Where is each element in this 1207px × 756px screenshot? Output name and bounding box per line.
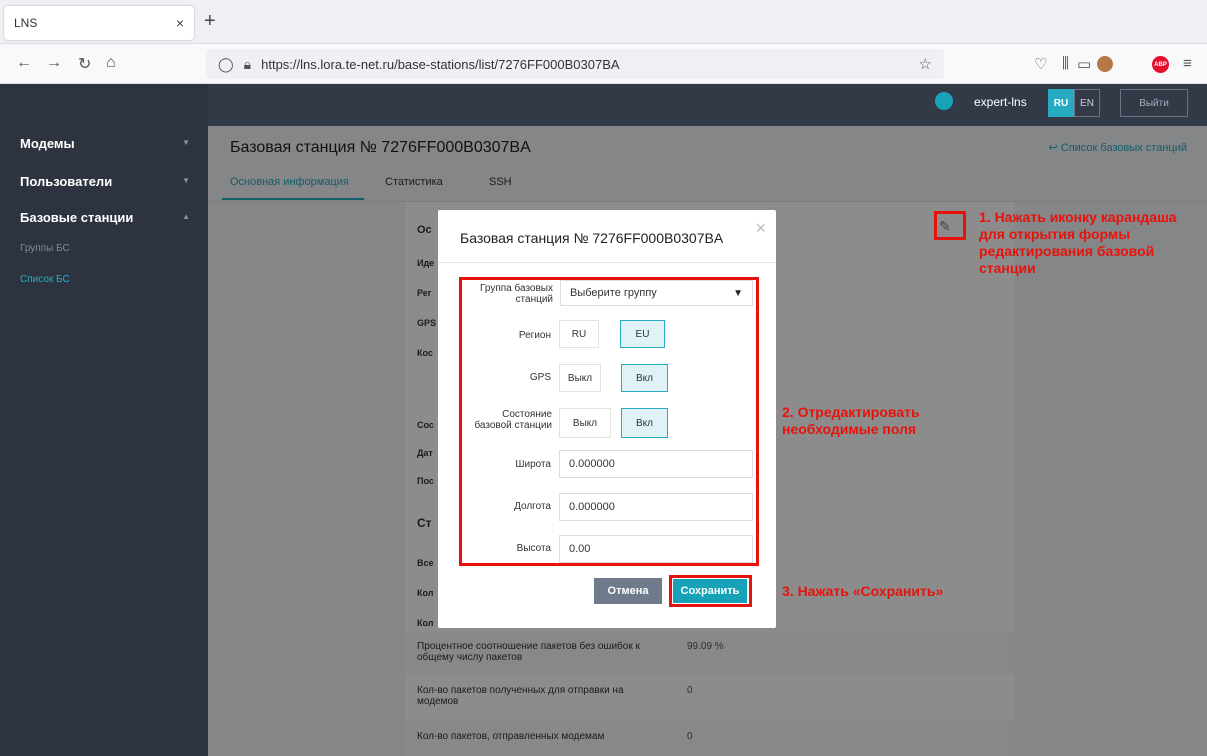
- sidebar-item-users[interactable]: Пользователи ▼: [20, 174, 190, 189]
- forward-arrow-icon[interactable]: →: [46, 54, 62, 72]
- bookmark-star-icon[interactable]: ☆: [919, 55, 932, 73]
- cancel-button[interactable]: Отмена: [594, 578, 662, 604]
- browser-tabbar: LNS × +: [0, 0, 1207, 44]
- close-icon[interactable]: ×: [176, 15, 184, 31]
- pencil-highlight-box: [934, 211, 966, 240]
- back-arrow-icon[interactable]: ←: [16, 54, 32, 72]
- browser-tab[interactable]: LNS ×: [4, 6, 194, 40]
- sidebar-logo-area: [0, 84, 208, 126]
- sidebar: Модемы ▼ Пользователи ▼ Базовые станции …: [0, 126, 208, 756]
- sidebar-toggle-icon[interactable]: ▭: [1077, 55, 1091, 73]
- extension-avatar-icon[interactable]: [1097, 56, 1113, 72]
- annotation-step-3: 3. Нажать «Сохранить»: [782, 583, 944, 599]
- sidebar-item-base-stations[interactable]: Базовые станции ▲: [20, 210, 190, 225]
- lang-en-button[interactable]: EN: [1074, 89, 1100, 117]
- lock-icon: 🔒︎: [243, 55, 252, 72]
- tab-title: LNS: [14, 16, 38, 30]
- home-icon[interactable]: ⌂: [106, 54, 116, 72]
- modal-title: Базовая станция № 7276FF000B0307BA: [460, 230, 724, 246]
- library-icon[interactable]: ⫼: [1062, 55, 1069, 72]
- sidebar-item-modems[interactable]: Модемы ▼: [20, 136, 190, 151]
- chevron-down-icon: ▼: [182, 138, 190, 147]
- sidebar-item-label: Пользователи: [20, 174, 113, 189]
- url-bar[interactable]: ◯ 🔒︎ https://lns.lora.te-net.ru/base-sta…: [206, 49, 944, 79]
- sidebar-item-label: Модемы: [20, 136, 75, 151]
- url-text: https://lns.lora.te-net.ru/base-stations…: [261, 56, 620, 72]
- browser-navbar: ← → ↻ ⌂ ◯ 🔒︎ https://lns.lora.te-net.ru/…: [0, 44, 1207, 84]
- close-icon[interactable]: ×: [755, 218, 766, 239]
- reload-icon[interactable]: ↻: [78, 54, 91, 74]
- adblock-icon[interactable]: ABP: [1152, 56, 1169, 73]
- sidebar-item-list[interactable]: Список БС: [20, 274, 70, 285]
- new-tab-button[interactable]: +: [204, 10, 216, 33]
- shield-icon: ◯: [218, 55, 234, 72]
- save-highlight-box: [669, 575, 752, 607]
- sidebar-item-groups[interactable]: Группы БС: [20, 243, 70, 254]
- sidebar-item-label: Базовые станции: [20, 210, 134, 225]
- annotation-step-2: 2. Отредактировать необходимые поля: [782, 404, 920, 437]
- menu-icon[interactable]: ≡: [1183, 55, 1192, 72]
- fields-highlight-box: [459, 277, 759, 566]
- chevron-down-icon: ▼: [182, 176, 190, 185]
- modal-divider: [438, 262, 776, 263]
- logout-button[interactable]: Выйти: [1120, 89, 1188, 117]
- chevron-up-icon: ▲: [182, 212, 190, 221]
- pocket-icon[interactable]: ♡: [1034, 55, 1047, 73]
- user-name[interactable]: expert-lns: [974, 95, 1027, 109]
- user-icon: [935, 92, 953, 110]
- annotation-step-1: 1. Нажать иконку карандаша для открытия …: [979, 209, 1177, 276]
- lang-ru-button[interactable]: RU: [1048, 89, 1074, 117]
